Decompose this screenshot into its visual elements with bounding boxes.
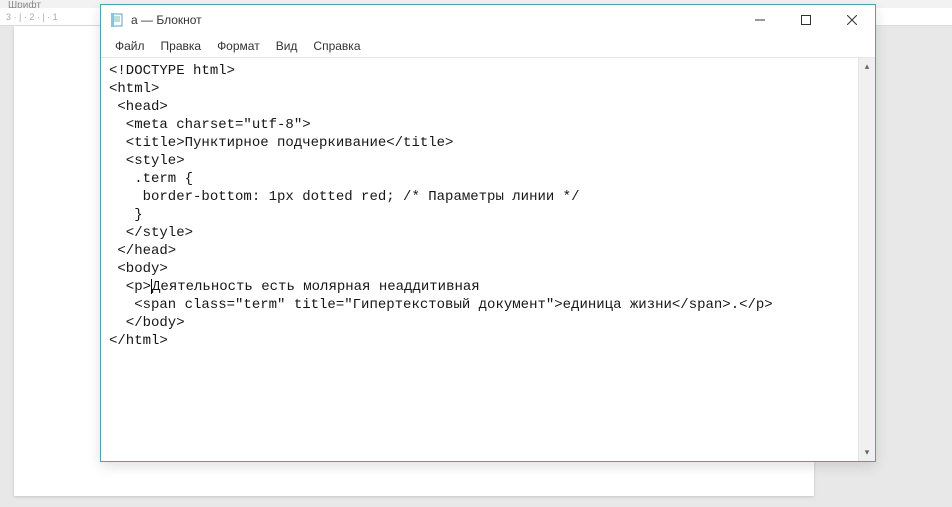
notepad-window: а — Блокнот Файл Правка Формат Вид Справ… — [100, 4, 876, 462]
editor-line: <style> — [109, 152, 867, 170]
text-caret — [151, 279, 152, 294]
menu-view[interactable]: Вид — [268, 37, 306, 55]
menu-file[interactable]: Файл — [107, 37, 153, 55]
editor-line: </html> — [109, 332, 867, 350]
editor-line: <title>Пунктирное подчеркивание</title> — [109, 134, 867, 152]
vertical-scrollbar[interactable]: ▴ ▾ — [858, 58, 875, 461]
scroll-up-icon[interactable]: ▴ — [859, 58, 875, 75]
titlebar[interactable]: а — Блокнот — [101, 5, 875, 35]
editor-line: .term { — [109, 170, 867, 188]
menu-format[interactable]: Формат — [209, 37, 268, 55]
window-controls — [737, 5, 875, 35]
menu-help[interactable]: Справка — [305, 37, 368, 55]
notepad-icon — [109, 12, 125, 28]
editor-line: <!DOCTYPE html> — [109, 62, 867, 80]
editor-line: } — [109, 206, 867, 224]
editor-line: border-bottom: 1px dotted red; /* Параме… — [109, 188, 867, 206]
editor-line: <meta charset="utf-8"> — [109, 116, 867, 134]
editor-line: <body> — [109, 260, 867, 278]
editor-line: </body> — [109, 314, 867, 332]
editor-line: </head> — [109, 242, 867, 260]
menu-edit[interactable]: Правка — [153, 37, 210, 55]
editor-line: <p>Деятельность есть молярная неаддитивн… — [109, 278, 867, 296]
close-button[interactable] — [829, 5, 875, 35]
editor-line: <span class="term" title="Гипертекстовый… — [109, 296, 867, 314]
window-title: а — Блокнот — [131, 13, 202, 27]
menubar: Файл Правка Формат Вид Справка — [101, 35, 875, 57]
editor-line: <head> — [109, 98, 867, 116]
minimize-button[interactable] — [737, 5, 783, 35]
editor-line: <html> — [109, 80, 867, 98]
editor-line: </style> — [109, 224, 867, 242]
text-editor[interactable]: <!DOCTYPE html><html> <head> <meta chars… — [101, 58, 875, 461]
scroll-down-icon[interactable]: ▾ — [859, 444, 875, 461]
editor-area: <!DOCTYPE html><html> <head> <meta chars… — [101, 57, 875, 461]
maximize-button[interactable] — [783, 5, 829, 35]
